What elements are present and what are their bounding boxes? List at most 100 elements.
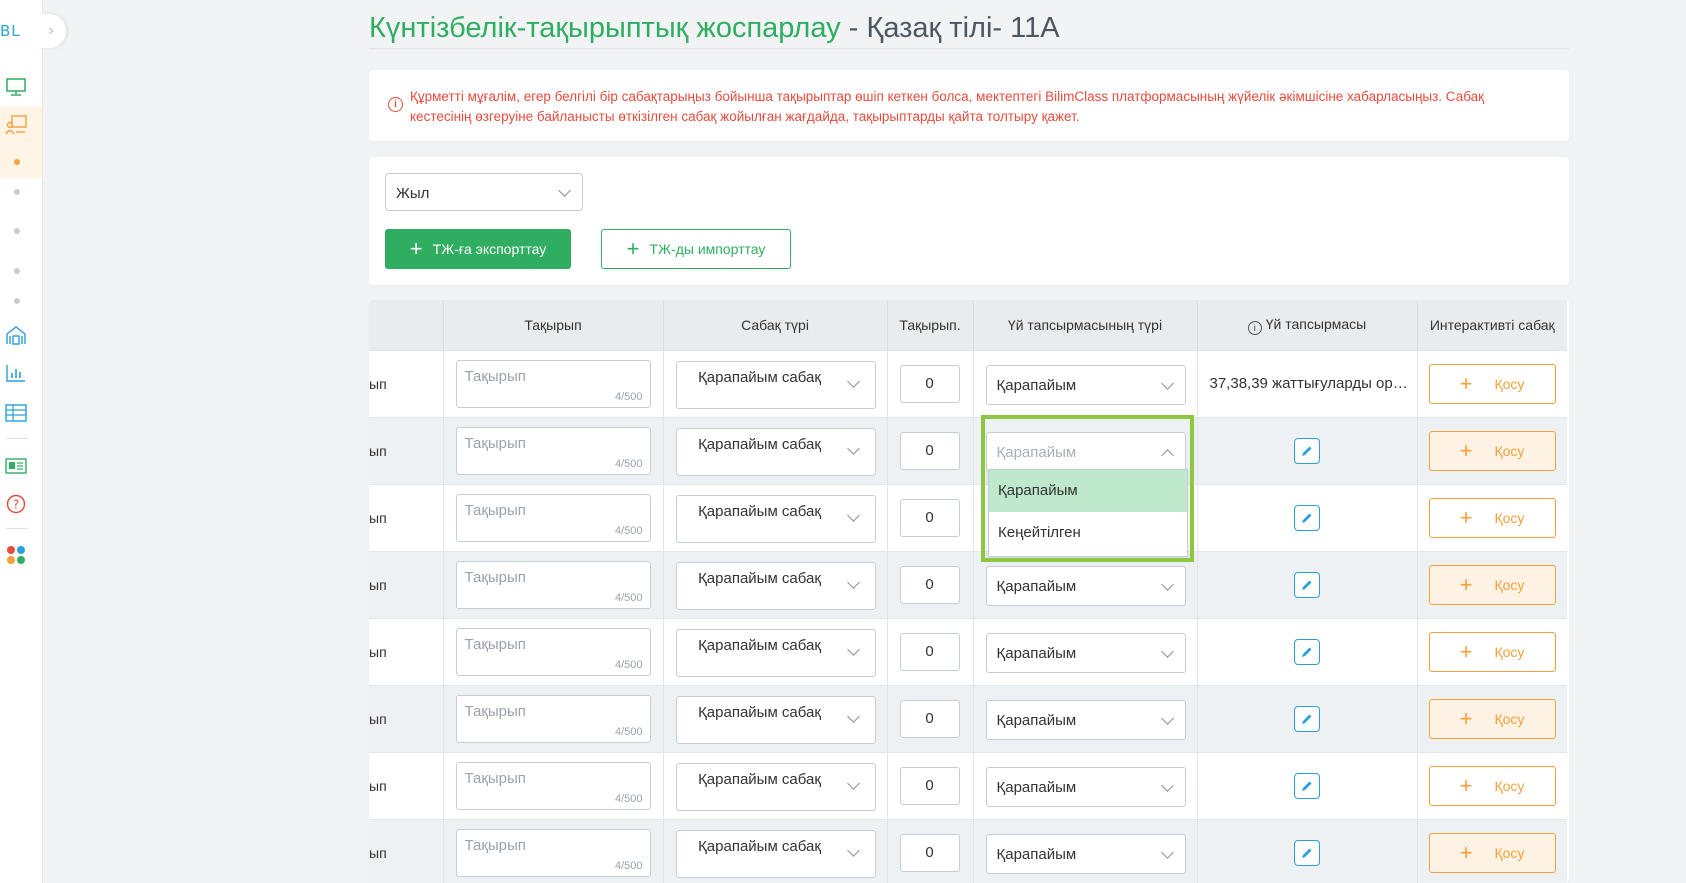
sidebar-divider — [6, 438, 28, 439]
sidebar-subitem[interactable] — [14, 228, 20, 234]
lesson-type-select[interactable]: Қарапайым сабақ — [675, 763, 876, 811]
topic-placeholder: Тақырып — [464, 569, 526, 586]
title-divider — [369, 48, 1569, 49]
apps-icon[interactable] — [5, 544, 27, 566]
row-label: ып — [369, 778, 387, 794]
table-row: ып Тақырып 4/500 Қарапайым сабақ 0 Қарапа… — [369, 752, 1567, 820]
lesson-type-select[interactable]: Қарапайым сабақ — [675, 629, 876, 677]
topic-input[interactable]: Тақырып 4/500 — [455, 561, 651, 609]
help-icon[interactable]: ? — [5, 493, 27, 515]
add-interactive-button[interactable]: + Қосу — [1428, 632, 1556, 672]
hw-text[interactable]: 37,38,39 жаттығуларды орындау — [1210, 375, 1410, 392]
hw-type-value: Қарапайым — [996, 846, 1077, 863]
topic-count-input[interactable]: 0 — [899, 767, 960, 805]
add-interactive-button[interactable]: + Қосу — [1428, 431, 1556, 471]
hw-type-select[interactable]: Қарапайым — [985, 767, 1186, 807]
dropdown-option-simple[interactable]: Қарапайым — [989, 470, 1187, 512]
topic-input[interactable]: Тақырып 4/500 — [455, 427, 651, 475]
lesson-type-select[interactable]: Қарапайым сабақ — [675, 830, 876, 878]
table-icon[interactable] — [5, 402, 27, 424]
monitor-icon[interactable] — [5, 76, 27, 98]
header-interactive[interactable]: Интерактивті сабақ — [1417, 300, 1567, 351]
id-card-icon[interactable] — [5, 455, 27, 477]
chevron-down-icon — [846, 576, 860, 589]
pencil-icon — [1301, 446, 1311, 456]
topic-count-input[interactable]: 0 — [899, 365, 960, 403]
add-label: Қосу — [1494, 644, 1525, 660]
hw-type-select[interactable]: Қарапайым — [985, 432, 1186, 472]
topic-placeholder: Тақырып — [464, 837, 526, 854]
topic-input[interactable]: Тақырып 4/500 — [455, 829, 651, 877]
hw-type-select[interactable]: Қарапайым — [985, 365, 1186, 405]
topic-count-input[interactable]: 0 — [899, 700, 960, 738]
topic-count-input[interactable]: 0 — [899, 633, 960, 671]
lesson-type-select[interactable]: Қарапайым сабақ — [675, 696, 876, 744]
edit-hw-button[interactable] — [1293, 639, 1320, 665]
edit-hw-button[interactable] — [1293, 773, 1320, 799]
add-interactive-button[interactable]: + Қосу — [1428, 833, 1556, 873]
chevron-up-icon — [1160, 449, 1174, 462]
char-counter: 4/500 — [614, 793, 643, 805]
add-interactive-button[interactable]: + Қосу — [1428, 498, 1556, 538]
sidebar-subitem-active[interactable] — [14, 159, 20, 165]
year-select[interactable]: Жыл — [385, 173, 583, 211]
add-interactive-button[interactable]: + Қосу — [1428, 699, 1556, 739]
header-topic[interactable]: Тақырып — [443, 300, 664, 351]
hw-type-select[interactable]: Қарапайым — [985, 834, 1186, 874]
header-topic-count[interactable]: Тақырып. — [887, 300, 974, 351]
hw-type-select[interactable]: Қарапайым — [985, 633, 1186, 673]
add-interactive-button[interactable]: + Қосу — [1428, 565, 1556, 605]
year-select-value: Жыл — [396, 185, 430, 202]
edit-hw-button[interactable] — [1293, 438, 1320, 464]
import-button-label: ТЖ-ды импорттау — [649, 241, 766, 257]
hw-type-value: Қарапайым — [996, 377, 1077, 394]
topic-input[interactable]: Тақырып 4/500 — [455, 494, 651, 542]
edit-hw-button[interactable] — [1293, 706, 1320, 732]
hw-type-select[interactable]: Қарапайым — [985, 566, 1186, 606]
sidebar-subitem[interactable] — [14, 189, 20, 195]
topic-input[interactable]: Тақырып 4/500 — [455, 762, 651, 810]
dropdown-option-extended[interactable]: Кеңейтілген — [989, 512, 1187, 554]
plan-table-card: Тақырып Сабақ түрі Тақырып. Үй тапсырмас… — [369, 300, 1569, 883]
school-building-icon[interactable] — [5, 324, 27, 346]
lesson-type-value: Қарапайым сабақ — [698, 503, 821, 520]
header-hw-type[interactable]: Үй тапсырмасының түрі — [973, 300, 1198, 351]
topic-count-input[interactable]: 0 — [899, 432, 960, 470]
export-button[interactable]: + ТЖ-ға экспорттау — [385, 229, 571, 269]
chevron-right-icon: › — [48, 22, 54, 39]
topic-input[interactable]: Тақырып 4/500 — [455, 695, 651, 743]
info-icon: i — [388, 97, 403, 112]
edit-hw-button[interactable] — [1293, 572, 1320, 598]
topic-count-input[interactable]: 0 — [899, 834, 960, 872]
char-counter: 4/500 — [614, 525, 643, 537]
edit-hw-button[interactable] — [1293, 840, 1320, 866]
topic-count-input[interactable]: 0 — [899, 499, 960, 537]
chevron-down-icon — [1160, 712, 1174, 725]
lesson-type-select[interactable]: Қарапайым сабақ — [675, 361, 876, 409]
hw-type-select[interactable]: Қарапайым — [985, 700, 1186, 740]
table-row: ып Тақырып 4/500 Қарапайым сабақ 0 Қарапа… — [369, 819, 1567, 883]
char-counter: 4/500 — [614, 726, 643, 738]
teacher-board-icon[interactable] — [5, 114, 27, 136]
sidebar-toggle-button[interactable]: › — [36, 14, 66, 48]
lesson-type-select[interactable]: Қарапайым сабақ — [675, 428, 876, 476]
add-interactive-button[interactable]: + Қосу — [1428, 364, 1556, 404]
import-button[interactable]: + ТЖ-ды импорттау — [601, 229, 791, 269]
lesson-type-select[interactable]: Қарапайым сабақ — [675, 495, 876, 543]
topic-count-input[interactable]: 0 — [899, 566, 960, 604]
edit-hw-button[interactable] — [1293, 505, 1320, 531]
topic-placeholder: Тақырып — [464, 703, 526, 720]
filters-panel: Жыл + ТЖ-ға экспорттау + ТЖ-ды импорттау — [369, 157, 1569, 285]
topic-input[interactable]: Тақырып 4/500 — [455, 628, 651, 676]
sidebar-subitem[interactable] — [14, 268, 20, 274]
bar-chart-icon[interactable] — [5, 362, 27, 384]
add-label: Қосу — [1494, 376, 1525, 392]
plus-icon: + — [1459, 438, 1473, 463]
topic-input[interactable]: Тақырып 4/500 — [455, 360, 651, 408]
lesson-type-select[interactable]: Қарапайым сабақ — [675, 562, 876, 610]
header-lesson-type[interactable]: Сабақ түрі — [663, 300, 888, 351]
header-hw[interactable]: i Үй тапсырмасы — [1197, 300, 1418, 351]
sidebar-subitem[interactable] — [14, 298, 20, 304]
add-interactive-button[interactable]: + Қосу — [1428, 766, 1556, 806]
header-hw-label: Үй тапсырмасы — [1265, 315, 1367, 332]
